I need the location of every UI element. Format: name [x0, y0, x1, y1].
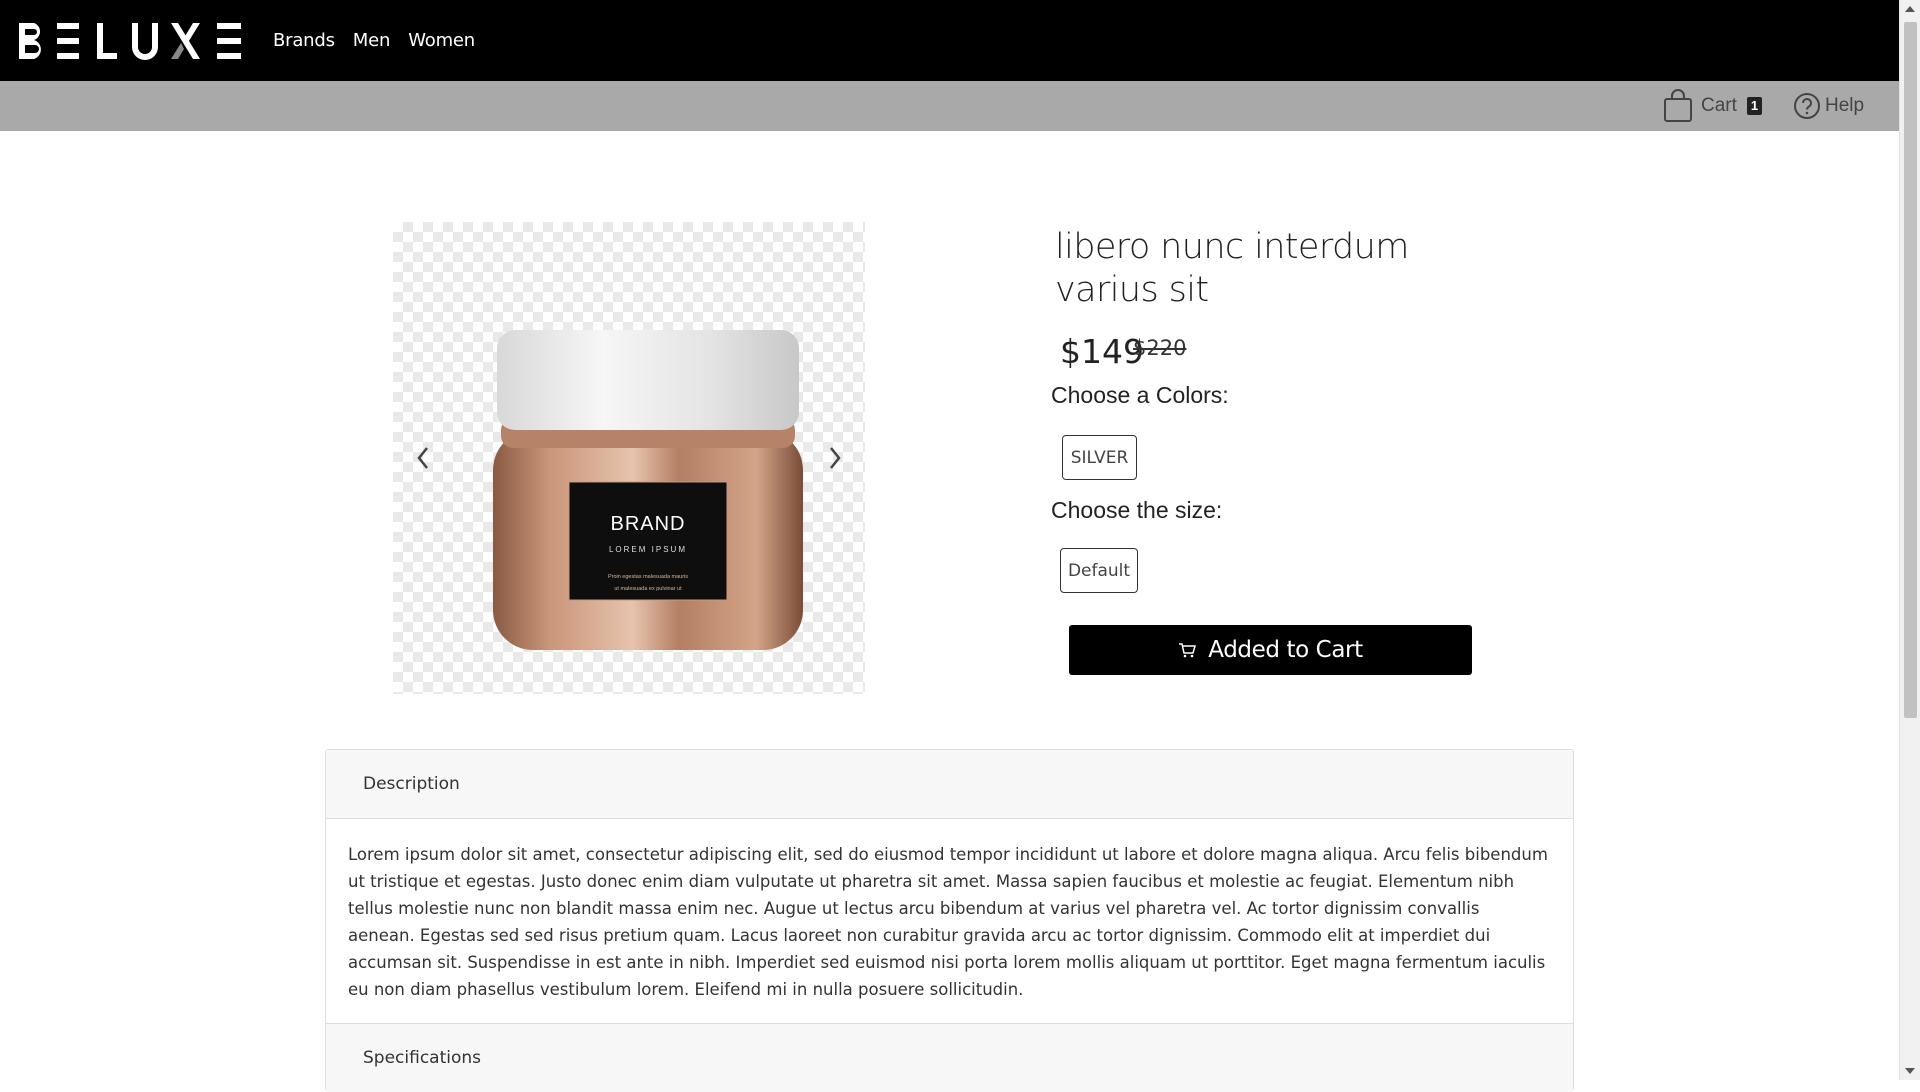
cart-count-badge: 1 [1746, 97, 1763, 115]
nav-link-men[interactable]: Men [353, 30, 391, 51]
jar-label-line2: ut malesuada ex pulvinar ut [614, 586, 682, 592]
product-image-carousel: BRAND LOREM IPSUM Proin egestas malesuad… [393, 222, 865, 694]
nav-link-brands[interactable]: Brands [273, 30, 335, 51]
product-jar-image: BRAND LOREM IPSUM Proin egestas malesuad… [493, 330, 803, 650]
utility-bar: Cart 1 Help [0, 81, 1899, 131]
help-circle-icon [1794, 93, 1820, 119]
product-details-panel: Description Lorem ipsum dolor sit amet, … [325, 749, 1574, 1092]
add-to-cart-label: Added to Cart [1208, 637, 1363, 663]
cart-label: Cart [1701, 95, 1737, 116]
product-title: libero nunc interdum varius sit [1055, 227, 1409, 310]
scroll-down-arrow-icon[interactable] [1905, 1068, 1915, 1074]
main-nav: Brands Men Women [273, 30, 475, 51]
color-option-silver[interactable]: SILVER [1062, 435, 1137, 480]
add-to-cart-button[interactable]: Added to Cart [1069, 625, 1472, 675]
nav-link-women[interactable]: Women [408, 30, 475, 51]
description-text: Lorem ipsum dolor sit amet, consectetur … [326, 819, 1573, 1024]
top-navbar: Brands Men Women [0, 0, 1899, 81]
size-choice-label: Choose the size: [1051, 497, 1223, 523]
jar-label-brand: BRAND [610, 513, 685, 535]
color-choice-label: Choose a Colors: [1051, 382, 1229, 408]
carousel-next-button[interactable] [823, 440, 847, 476]
shopping-bag-icon [1664, 89, 1692, 122]
help-link[interactable]: Help [1793, 87, 1864, 125]
product-price: $149 [1060, 332, 1144, 371]
jar-label-sub: LOREM IPSUM [609, 545, 687, 554]
help-label: Help [1825, 95, 1865, 116]
cart-icon [1179, 643, 1197, 658]
description-tab[interactable]: Description [326, 750, 1573, 819]
page-scrollbar[interactable] [1899, 0, 1920, 1080]
beluxe-logo[interactable] [17, 20, 243, 62]
scroll-thumb[interactable] [1904, 22, 1917, 718]
logo-wordmark [19, 22, 241, 60]
chevron-right-icon [830, 447, 841, 469]
cart-link[interactable]: Cart 1 [1663, 87, 1763, 125]
carousel-prev-button[interactable] [411, 440, 435, 476]
product-original-price: $220 [1133, 336, 1187, 360]
jar-label-line1: Proin egestas malesuada mauris [608, 574, 688, 580]
size-option-default[interactable]: Default [1060, 548, 1138, 593]
scroll-up-arrow-icon[interactable] [1905, 6, 1915, 12]
specifications-tab[interactable]: Specifications [326, 1024, 1573, 1092]
chevron-left-icon [417, 447, 428, 469]
